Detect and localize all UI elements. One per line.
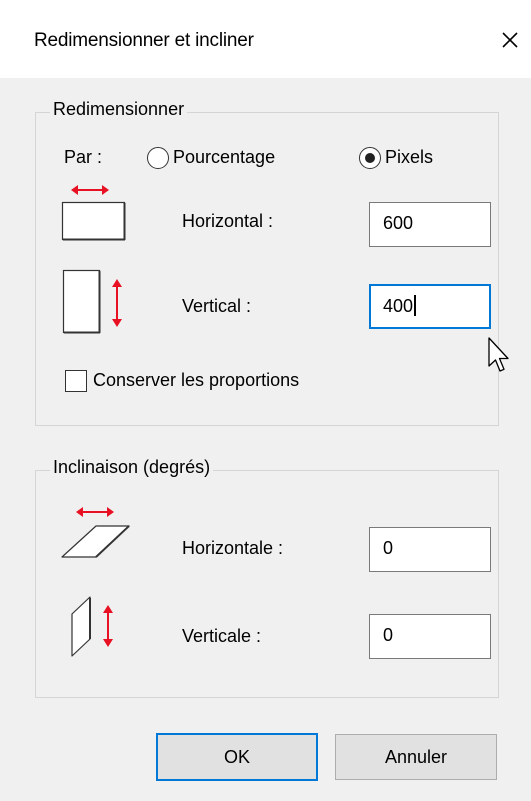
- percent-radio[interactable]: [147, 147, 169, 169]
- percent-label[interactable]: Pourcentage: [173, 147, 275, 168]
- by-label: Par :: [64, 147, 103, 167]
- skew-vertical-label: Verticale :: [182, 626, 262, 646]
- horizontal-label: Horizontal :: [182, 211, 274, 231]
- skew-horizontal-icon: [61, 507, 130, 558]
- mouse-cursor-icon: [488, 337, 509, 372]
- title-bar: Redimensionner et incliner: [0, 0, 531, 78]
- vertical-label: Vertical :: [182, 296, 252, 316]
- cancel-button[interactable]: Annuler: [335, 734, 497, 780]
- keep-ratio-checkbox[interactable]: [65, 370, 87, 392]
- vertical-input[interactable]: 400: [369, 284, 491, 329]
- dialog-title: Redimensionner et incliner: [34, 30, 254, 51]
- keep-ratio-label[interactable]: Conserver les proportions: [93, 370, 299, 391]
- vertical-value: 400: [383, 296, 414, 316]
- skew-vertical-icon: [71, 596, 113, 657]
- text-caret: [414, 295, 416, 316]
- pixels-label[interactable]: Pixels: [385, 147, 433, 168]
- resize-vertical-icon: [62, 269, 122, 334]
- ok-button[interactable]: OK: [156, 733, 318, 781]
- resize-legend: Redimensionner: [50, 99, 188, 120]
- resize-horizontal-icon: [61, 185, 126, 241]
- skew-legend: Inclinaison (degrés): [50, 457, 214, 478]
- pixels-radio[interactable]: [359, 147, 381, 169]
- skew-horizontal-input[interactable]: 0: [369, 527, 491, 572]
- horizontal-input[interactable]: 600: [369, 202, 491, 247]
- skew-vertical-input[interactable]: 0: [369, 614, 491, 659]
- close-icon[interactable]: [497, 27, 523, 53]
- skew-horizontal-label: Horizontale :: [182, 538, 284, 558]
